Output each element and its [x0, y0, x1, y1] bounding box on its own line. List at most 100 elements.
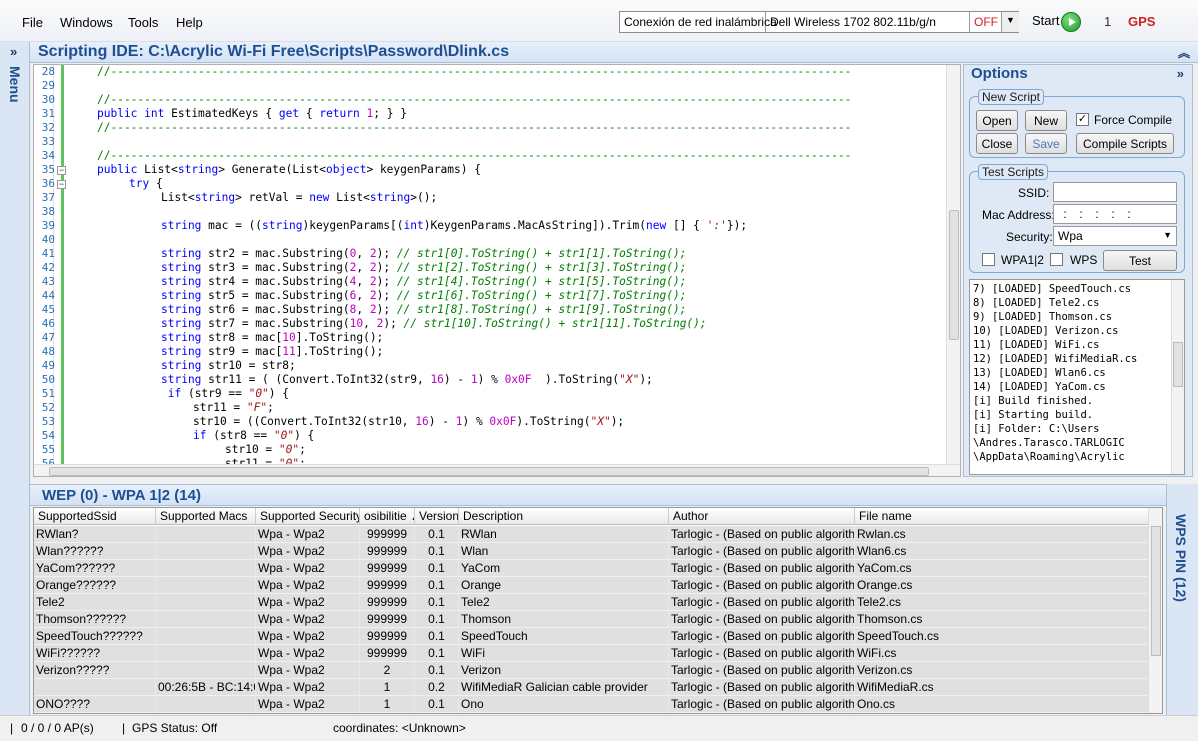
code-token: ,	[363, 317, 377, 330]
menu-file[interactable]: File	[22, 15, 43, 30]
table-scrollbar[interactable]	[1148, 508, 1162, 713]
column-header[interactable]: osibilitie ▲	[360, 508, 415, 525]
table-cell: YaCom.cs	[855, 560, 1150, 577]
build-log[interactable]: 7) [LOADED] SpeedTouch.cs 8) [LOADED] Tel…	[969, 279, 1185, 475]
code-token: "F"	[246, 401, 268, 414]
code-token: string	[177, 163, 219, 176]
line-number: 50	[41, 373, 55, 386]
line-number: 44	[41, 289, 55, 302]
column-header[interactable]: Supported Macs	[156, 508, 256, 525]
code-token: 2	[369, 247, 377, 260]
menu-tools[interactable]: Tools	[128, 15, 158, 30]
new-button[interactable]: New	[1025, 110, 1067, 131]
code-token: 16	[415, 415, 429, 428]
play-icon[interactable]	[1061, 12, 1081, 32]
log-line: 8) [LOADED] Tele2.cs	[973, 297, 1100, 309]
column-header[interactable]: Version	[415, 508, 459, 525]
table-cell: Wpa - Wpa2	[256, 543, 360, 560]
menu-help[interactable]: Help	[176, 15, 203, 30]
code-token: 11	[282, 345, 296, 358]
code-token: string	[161, 261, 202, 274]
side-menu-strip[interactable]: » Menu	[0, 42, 30, 715]
save-button[interactable]: Save	[1025, 133, 1067, 154]
table-cell: Thomson.cs	[855, 611, 1150, 628]
code-line: string str6 = mac.Substring(8, 2); // st…	[161, 303, 686, 316]
line-number: 43	[41, 275, 55, 288]
log-line: 10) [LOADED] Verizon.cs	[973, 325, 1119, 337]
log-line: 11) [LOADED] WiFi.cs	[973, 339, 1100, 351]
scripts-table[interactable]: SupportedSsid Supported Macs Supported Sec…	[33, 507, 1163, 714]
gps-button[interactable]: GPS	[1128, 14, 1155, 29]
wps-pin-label[interactable]: WPS PIN (12)	[1173, 514, 1189, 602]
expand-chevron-icon[interactable]: »	[10, 44, 17, 59]
code-token: return	[319, 107, 360, 120]
table-cell: Tarlogic - (Based on public algorithms)	[669, 594, 855, 611]
chevron-down-icon[interactable]: ▼	[1163, 230, 1172, 240]
fold-toggle-icon[interactable]: −	[57, 166, 66, 175]
scroll-thumb[interactable]	[1151, 526, 1161, 656]
adapter-selector[interactable]: Conexión de red inalámbrica Dell Wireles…	[619, 11, 1019, 33]
code-token: List<	[144, 163, 178, 176]
line-number: 29	[41, 79, 55, 92]
status-divider: |	[122, 721, 126, 735]
open-button[interactable]: Open	[976, 110, 1018, 131]
test-button[interactable]: Test	[1103, 250, 1177, 271]
editor-vertical-scrollbar[interactable]	[946, 65, 960, 465]
table-cell: Verizon	[459, 662, 669, 679]
table-cell: 0.1	[415, 560, 459, 577]
scroll-thumb[interactable]	[949, 210, 959, 340]
table-cell: YaCom??????	[34, 560, 156, 577]
line-number: 52	[41, 401, 55, 414]
ap-status: 0 / 0 / 0 AP(s)	[21, 721, 94, 735]
scroll-thumb[interactable]	[49, 467, 929, 476]
log-scrollbar[interactable]	[1171, 280, 1184, 474]
code-token: 2	[369, 275, 377, 288]
start-label[interactable]: Start	[1032, 13, 1059, 28]
wps-pin-strip[interactable]: WPS PIN (12)	[1166, 484, 1198, 715]
code-token: );	[383, 317, 404, 330]
security-select[interactable]: Wpa ▼	[1053, 226, 1177, 246]
table-cell: 999999	[360, 611, 415, 628]
wps-checkbox[interactable]	[1050, 253, 1063, 266]
column-header[interactable]: Supported Security	[256, 508, 360, 525]
table-cell: Tarlogic - (Based on public algorithms)	[669, 560, 855, 577]
table-cell: ONO????	[34, 696, 156, 713]
column-header[interactable]: Author	[669, 508, 855, 525]
code-token: );	[376, 289, 397, 302]
table-cell: Tarlogic - (Based on public algorithms)	[669, 662, 855, 679]
close-button[interactable]: Close	[976, 133, 1018, 154]
table-cell: Wlan	[459, 543, 669, 560]
code-token: new	[309, 191, 330, 204]
code-line: //--------------------------------------…	[97, 65, 851, 78]
menu-label[interactable]: Menu	[7, 66, 23, 103]
fold-toggle-icon[interactable]: −	[57, 180, 66, 189]
wpa12-checkbox[interactable]	[982, 253, 995, 266]
code-token: public	[97, 163, 145, 176]
code-token: // str1[6].ToString() + str1[7].ToString…	[396, 289, 687, 302]
code-token: "0"	[273, 429, 295, 442]
table-cell: 999999	[360, 594, 415, 611]
ssid-input[interactable]	[1053, 182, 1177, 202]
collapse-up-icon[interactable]: ︽	[1178, 44, 1190, 61]
editor-horizontal-scrollbar[interactable]	[34, 464, 960, 476]
code-token: ,	[356, 275, 370, 288]
column-header[interactable]: File name	[855, 508, 1150, 525]
column-header[interactable]: Description	[459, 508, 669, 525]
ide-title: Scripting IDE: C:\Acrylic Wi-Fi Free\Scr…	[38, 43, 510, 60]
code-editor[interactable]: 28 29 30 31 32 33 34 35 36 37 38 39 40 41 42 43 44 45 46 47…	[33, 64, 961, 477]
mac-address-input[interactable]: : : : : :	[1053, 204, 1177, 224]
scroll-thumb[interactable]	[1173, 342, 1183, 387]
column-header[interactable]: SupportedSsid	[34, 508, 156, 525]
code-token: //--------------------------------------…	[97, 149, 852, 162]
table-cell: Orange.cs	[855, 577, 1150, 594]
compile-scripts-button[interactable]: Compile Scripts	[1076, 133, 1174, 154]
table-cell: Tarlogic - (Based on public algorithms)	[669, 679, 855, 696]
code-line: public List<string> Generate(List<object…	[97, 163, 481, 176]
collapse-chevron-icon[interactable]: »	[1177, 66, 1184, 81]
code-line: str10 = "0";	[225, 443, 306, 456]
menu-windows[interactable]: Windows	[60, 15, 113, 30]
chevron-down-icon[interactable]: ▼	[1002, 12, 1019, 32]
results-title-bar: WEP (0) - WPA 1|2 (14)	[30, 484, 1166, 506]
force-compile-checkbox[interactable]: ✓	[1076, 113, 1089, 126]
code-token: string	[161, 317, 202, 330]
